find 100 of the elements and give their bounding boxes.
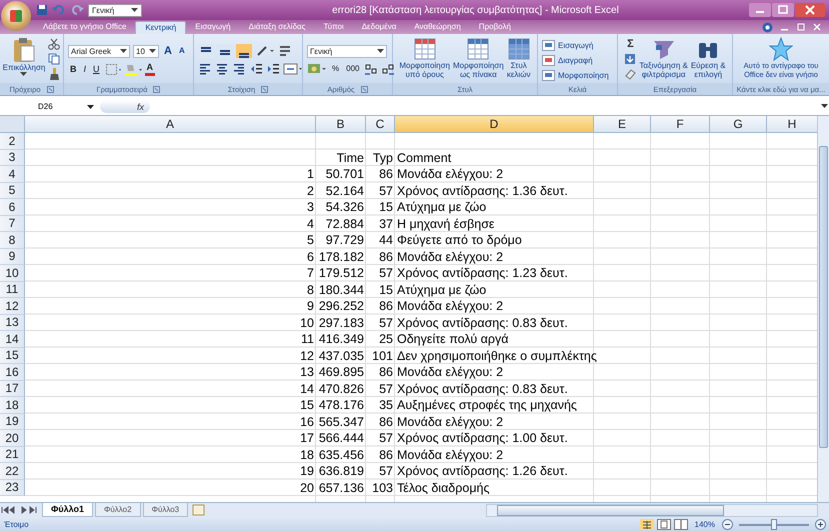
shrink-font-button[interactable]: A bbox=[176, 44, 187, 58]
row-header[interactable]: 13 bbox=[0, 314, 25, 331]
row-header[interactable]: 11 bbox=[0, 282, 25, 298]
editing-button[interactable]: Εύρεση & επιλογή bbox=[690, 37, 726, 79]
row-header[interactable]: 2 bbox=[0, 133, 25, 150]
wrap-text-icon[interactable] bbox=[278, 44, 292, 58]
close-icon[interactable] bbox=[813, 23, 821, 31]
page-break-icon[interactable] bbox=[674, 518, 688, 530]
editing-button[interactable]: Ταξινόμηση & φιλτράρισμα bbox=[639, 37, 688, 79]
minimize-icon[interactable] bbox=[749, 3, 771, 17]
fill-color-icon[interactable] bbox=[124, 62, 142, 76]
column-header[interactable]: F bbox=[651, 116, 710, 133]
restore-icon[interactable] bbox=[797, 23, 805, 31]
help-icon[interactable] bbox=[762, 22, 773, 32]
row-header[interactable]: 4 bbox=[0, 166, 25, 182]
increase-indent-icon[interactable] bbox=[266, 62, 280, 76]
horizontal-align-icon[interactable] bbox=[198, 62, 212, 76]
paste-button[interactable]: Επικόλληση bbox=[2, 37, 46, 76]
cells-menu-button[interactable]: Εισαγωγή bbox=[542, 40, 594, 50]
row-header[interactable]: 8 bbox=[0, 232, 25, 248]
sheet-tab[interactable]: Φύλλο3 bbox=[142, 503, 188, 517]
row-header[interactable]: 19 bbox=[0, 414, 25, 430]
name-box[interactable]: D26 bbox=[0, 99, 100, 114]
zoom-slider[interactable] bbox=[739, 518, 809, 530]
merge-icon[interactable] bbox=[283, 62, 303, 76]
column-header[interactable]: C bbox=[366, 116, 395, 133]
table-cell: Ατύχημα με ζώο bbox=[397, 282, 486, 297]
row-header[interactable]: 5 bbox=[0, 182, 25, 199]
function-button[interactable]: fx bbox=[100, 100, 150, 113]
autosum-button[interactable]: Σ bbox=[624, 38, 636, 50]
number-style-button[interactable]: % bbox=[330, 62, 342, 76]
normal-view-icon[interactable] bbox=[640, 518, 654, 530]
row-header[interactable]: 9 bbox=[0, 248, 25, 265]
style-gallery-button[interactable]: Στυλ κελιών bbox=[506, 37, 531, 79]
row-header[interactable]: 15 bbox=[0, 348, 25, 364]
eraser-icon[interactable] bbox=[624, 68, 636, 80]
redo-icon[interactable] bbox=[70, 4, 84, 16]
row-header[interactable]: 20 bbox=[0, 430, 25, 446]
orientation-icon[interactable] bbox=[255, 44, 275, 58]
column-header[interactable]: H bbox=[767, 116, 817, 133]
horizontal-scrollbar[interactable] bbox=[486, 504, 818, 516]
borders-icon[interactable] bbox=[104, 62, 121, 76]
table-cell: 57 bbox=[379, 382, 393, 396]
style-gallery-button[interactable]: Μορφοποίηση ως πίνακα bbox=[453, 37, 504, 79]
office-button[interactable] bbox=[1, 1, 31, 31]
save-icon[interactable] bbox=[36, 4, 48, 16]
row-header[interactable]: 10 bbox=[0, 265, 25, 282]
column-header[interactable]: E bbox=[594, 116, 651, 133]
table-cell: Χρόνος αντίδρασης: 1.00 δευτ. bbox=[397, 431, 568, 446]
sheet-tab[interactable]: Φύλλο1 bbox=[42, 503, 94, 517]
cells-menu-button[interactable]: Διαγραφή bbox=[542, 54, 593, 66]
decrease-decimal-icon[interactable] bbox=[381, 62, 396, 76]
font-size-dropdown[interactable]: 10 bbox=[133, 44, 159, 58]
vertical-scrollbar[interactable] bbox=[817, 116, 829, 502]
launcher-icon[interactable] bbox=[153, 86, 160, 92]
row-header[interactable]: 23 bbox=[0, 480, 25, 496]
grow-font-button[interactable]: A bbox=[162, 44, 174, 58]
row-header[interactable]: 18 bbox=[0, 397, 25, 414]
zoom-in-icon[interactable] bbox=[815, 518, 826, 530]
horizontal-align-icon[interactable] bbox=[232, 62, 246, 76]
number-format-dropdown[interactable]: Γενική bbox=[307, 44, 387, 58]
fill-icon[interactable] bbox=[624, 53, 636, 65]
launcher-icon[interactable] bbox=[360, 86, 368, 92]
sheet-tab[interactable]: Φύλλο2 bbox=[95, 503, 141, 517]
column-header[interactable]: A bbox=[25, 116, 316, 133]
font-color-button[interactable]: A bbox=[144, 62, 156, 76]
decrease-indent-icon[interactable] bbox=[249, 62, 263, 76]
row-header[interactable]: 16 bbox=[0, 364, 25, 380]
row-header[interactable]: 17 bbox=[0, 380, 25, 397]
brush-icon[interactable] bbox=[48, 68, 60, 80]
close-icon[interactable] bbox=[795, 3, 825, 17]
row-header[interactable]: 14 bbox=[0, 331, 25, 348]
style-gallery-button[interactable]: Μορφοποίηση υπό όρους bbox=[399, 37, 450, 79]
column-header[interactable]: G bbox=[710, 116, 767, 133]
page-layout-icon[interactable] bbox=[656, 518, 671, 530]
style-dropdown[interactable]: Γενική bbox=[88, 4, 142, 16]
scissors-icon[interactable] bbox=[48, 38, 60, 50]
font-dropdown[interactable]: Arial Greek bbox=[68, 44, 130, 58]
row-header[interactable]: 6 bbox=[0, 199, 25, 216]
column-header[interactable]: B bbox=[316, 116, 366, 133]
ribbon-tab[interactable]: Κεντρική bbox=[135, 21, 186, 34]
copy-icon[interactable] bbox=[48, 53, 60, 65]
style-button[interactable]: B bbox=[68, 62, 78, 76]
cells-menu-button[interactable]: Μορφοποίηση bbox=[542, 70, 609, 80]
row-header[interactable]: 7 bbox=[0, 216, 25, 232]
number-style-button[interactable]: 000 bbox=[344, 62, 362, 76]
zoom-out-icon[interactable] bbox=[722, 518, 733, 530]
row-header[interactable]: 3 bbox=[0, 150, 25, 166]
style-button[interactable]: I bbox=[82, 62, 88, 76]
row-header[interactable]: 12 bbox=[0, 298, 25, 314]
launcher-icon[interactable] bbox=[46, 86, 54, 92]
row-header[interactable]: 21 bbox=[0, 446, 25, 463]
style-button[interactable]: U bbox=[91, 62, 102, 76]
column-header[interactable]: D bbox=[395, 116, 594, 133]
row-header[interactable]: 22 bbox=[0, 463, 25, 480]
launcher-icon[interactable] bbox=[261, 86, 268, 92]
vertical-align-icon[interactable] bbox=[236, 44, 252, 58]
horizontal-align-icon[interactable] bbox=[215, 62, 229, 76]
restore-icon[interactable] bbox=[772, 3, 794, 17]
increase-decimal-icon[interactable] bbox=[364, 62, 378, 76]
